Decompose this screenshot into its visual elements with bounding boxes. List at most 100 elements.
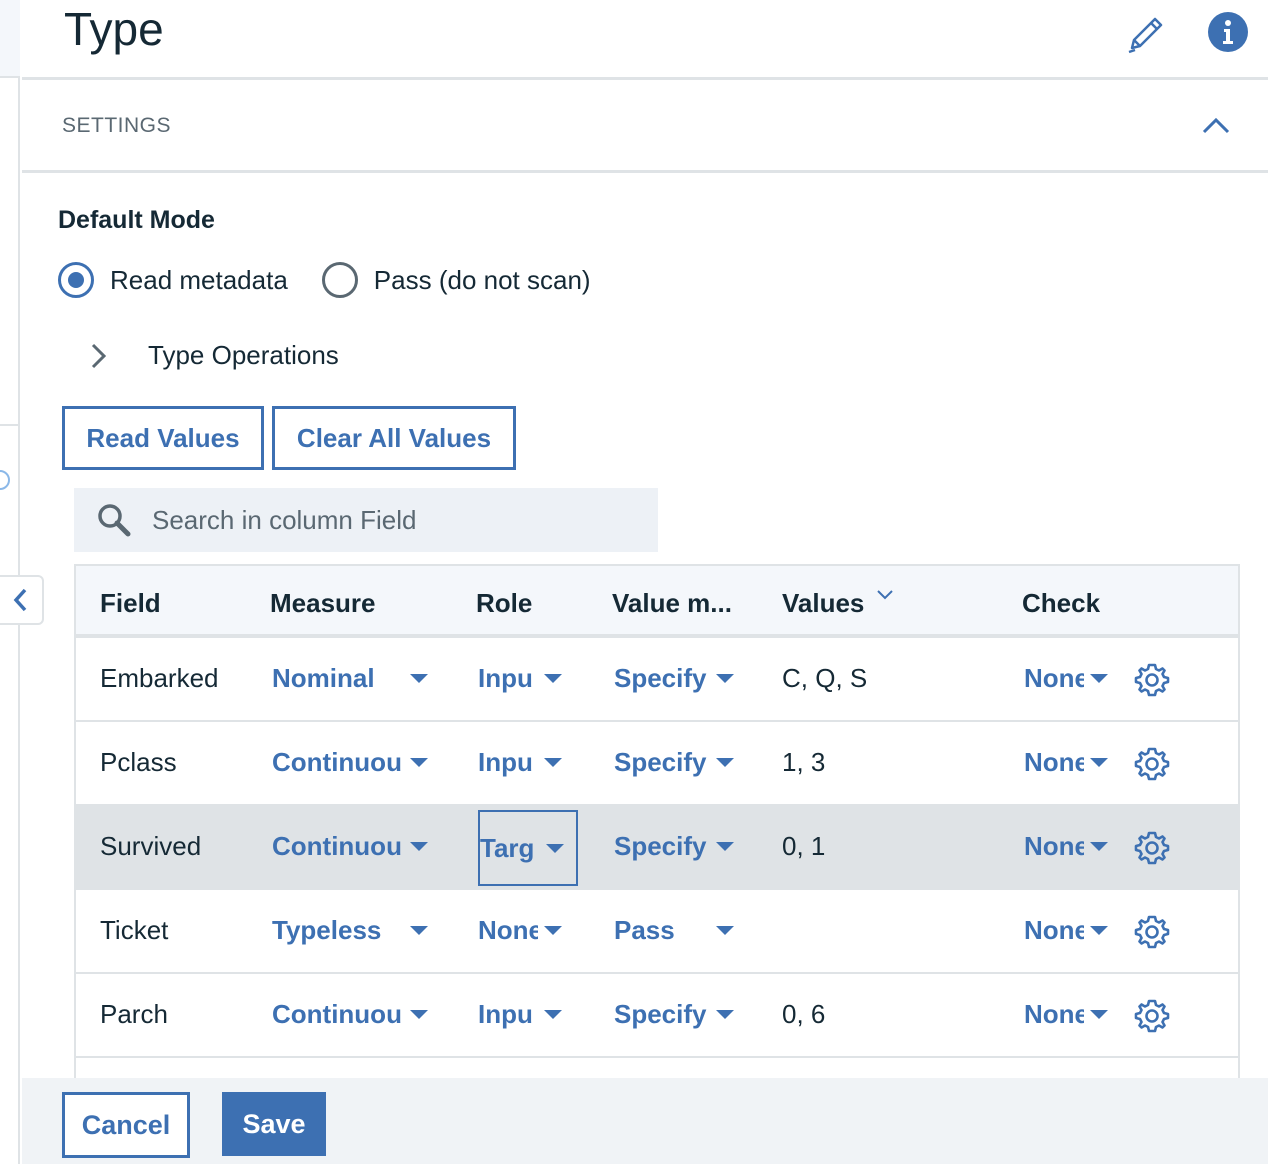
pencil-icon[interactable] bbox=[1124, 12, 1168, 56]
cell-values: 0, 1 bbox=[782, 831, 826, 861]
measure-dropdown[interactable]: Continuou bbox=[272, 996, 432, 1032]
table-row[interactable]: Parch Continuou Inpu Specify 0, 6 None bbox=[76, 974, 1238, 1058]
chevron-up-icon[interactable] bbox=[1200, 110, 1232, 142]
cell-field: Embarked bbox=[100, 663, 219, 693]
check-dropdown[interactable]: None bbox=[1024, 744, 1114, 780]
role-value: Targ bbox=[480, 832, 535, 863]
gear-icon[interactable] bbox=[1134, 998, 1170, 1034]
read-values-button[interactable]: Read Values bbox=[62, 406, 264, 470]
caret-down-icon bbox=[1090, 673, 1108, 683]
value-mode-dropdown[interactable]: Specify bbox=[614, 744, 738, 780]
gear-icon[interactable] bbox=[1134, 746, 1170, 782]
radio-pass[interactable] bbox=[321, 262, 358, 298]
type-table: Field Measure Role Value m... Values Che… bbox=[74, 564, 1240, 1084]
measure-value: Continuou bbox=[272, 830, 402, 861]
info-icon[interactable] bbox=[1208, 12, 1248, 52]
column-header-role[interactable]: Role bbox=[476, 588, 532, 619]
settings-section-header[interactable]: SETTINGS bbox=[22, 80, 1268, 173]
gear-icon[interactable] bbox=[1134, 830, 1170, 866]
gear-icon[interactable] bbox=[1134, 662, 1170, 698]
value-mode-dropdown[interactable]: Specify bbox=[614, 660, 738, 696]
cell-field: Ticket bbox=[100, 915, 169, 945]
role-dropdown[interactable]: Inpu bbox=[478, 744, 568, 780]
caret-down-icon bbox=[410, 757, 428, 767]
cell-field: Parch bbox=[100, 999, 168, 1029]
check-value: None bbox=[1024, 662, 1084, 693]
caret-down-icon bbox=[1090, 841, 1108, 851]
table-row[interactable]: Embarked Nominal Inpu Specify C, Q, S None bbox=[76, 638, 1238, 722]
check-dropdown[interactable]: None bbox=[1024, 828, 1114, 864]
gear-icon[interactable] bbox=[1134, 914, 1170, 950]
role-value: None bbox=[478, 914, 538, 945]
measure-value: Continuou bbox=[272, 998, 402, 1029]
clear-all-values-button[interactable]: Clear All Values bbox=[272, 406, 516, 470]
caret-down-icon bbox=[544, 673, 562, 683]
chevron-right-icon bbox=[91, 343, 107, 368]
type-node-panel: Type SETTINGS Default Mode Read metadata… bbox=[22, 0, 1268, 1164]
radio-pass-label[interactable]: Pass (do not scan) bbox=[374, 265, 591, 296]
value-mode-value: Specify bbox=[614, 830, 707, 861]
column-header-measure[interactable]: Measure bbox=[270, 588, 376, 619]
column-header-check[interactable]: Check bbox=[1022, 588, 1100, 619]
info-glyph-icon bbox=[1223, 20, 1233, 44]
radio-read-metadata[interactable] bbox=[58, 262, 94, 298]
cancel-button[interactable]: Cancel bbox=[62, 1092, 190, 1158]
default-mode-heading: Default Mode bbox=[58, 206, 215, 234]
measure-value: Continuou bbox=[272, 746, 402, 777]
measure-dropdown[interactable]: Continuou bbox=[272, 744, 432, 780]
role-dropdown[interactable]: Inpu bbox=[478, 660, 568, 696]
check-value: None bbox=[1024, 830, 1084, 861]
cell-values: 1, 3 bbox=[782, 747, 826, 777]
value-mode-dropdown[interactable]: Pass bbox=[614, 912, 738, 948]
role-dropdown[interactable]: None bbox=[478, 912, 568, 948]
role-dropdown[interactable]: Inpu bbox=[478, 996, 568, 1032]
cell-values: C, Q, S bbox=[782, 663, 868, 693]
caret-down-icon bbox=[1090, 1009, 1108, 1019]
value-mode-value: Specify bbox=[614, 746, 707, 777]
search-box bbox=[74, 488, 658, 552]
table-row[interactable]: Pclass Continuou Inpu Specify 1, 3 None bbox=[76, 722, 1238, 806]
check-dropdown[interactable]: None bbox=[1024, 912, 1114, 948]
footer-bar: Cancel Save bbox=[22, 1078, 1268, 1164]
chevron-left-icon bbox=[13, 588, 27, 612]
side-panel-toggle-button[interactable] bbox=[0, 575, 44, 625]
table-row[interactable]: Ticket Typeless None Pass None bbox=[76, 890, 1238, 974]
measure-value: Typeless bbox=[272, 914, 382, 945]
check-dropdown[interactable]: None bbox=[1024, 996, 1114, 1032]
panel-header: Type bbox=[22, 0, 1268, 80]
search-icon bbox=[98, 504, 131, 537]
default-mode-radio-group: Read metadata Pass (do not scan) bbox=[58, 260, 625, 300]
measure-dropdown[interactable]: Nominal bbox=[272, 660, 432, 696]
radio-read-metadata-label[interactable]: Read metadata bbox=[110, 265, 288, 296]
chevron-down-icon[interactable] bbox=[876, 588, 894, 602]
column-header-values[interactable]: Values bbox=[782, 588, 864, 619]
table-row[interactable]: Survived Continuou Targ Specify 0, 1 None bbox=[76, 806, 1238, 890]
type-operations-label: Type Operations bbox=[148, 340, 339, 370]
measure-dropdown[interactable]: Typeless bbox=[272, 912, 432, 948]
role-value: Inpu bbox=[478, 746, 533, 777]
role-value: Inpu bbox=[478, 662, 533, 693]
value-mode-dropdown[interactable]: Specify bbox=[614, 996, 738, 1032]
cell-values: 0, 6 bbox=[782, 999, 826, 1029]
caret-down-icon bbox=[410, 1009, 428, 1019]
caret-down-icon bbox=[716, 841, 734, 851]
role-value: Inpu bbox=[478, 998, 533, 1029]
column-header-value-mode[interactable]: Value m... bbox=[612, 588, 732, 619]
caret-down-icon bbox=[410, 925, 428, 935]
search-input[interactable] bbox=[152, 504, 622, 536]
column-header-field[interactable]: Field bbox=[100, 588, 161, 619]
save-button[interactable]: Save bbox=[222, 1092, 326, 1156]
left-gutter-divider bbox=[0, 424, 18, 574]
type-operations-toggle[interactable]: Type Operations bbox=[88, 340, 339, 371]
left-gutter-top bbox=[0, 0, 20, 78]
value-mode-value: Pass bbox=[614, 914, 675, 945]
value-mode-value: Specify bbox=[614, 662, 707, 693]
caret-down-icon bbox=[716, 673, 734, 683]
measure-dropdown[interactable]: Continuou bbox=[272, 828, 432, 864]
role-dropdown[interactable]: Targ bbox=[478, 810, 578, 886]
caret-down-icon bbox=[716, 1009, 734, 1019]
caret-down-icon bbox=[544, 1009, 562, 1019]
check-dropdown[interactable]: None bbox=[1024, 660, 1114, 696]
measure-value: Nominal bbox=[272, 662, 375, 693]
value-mode-dropdown[interactable]: Specify bbox=[614, 828, 738, 864]
